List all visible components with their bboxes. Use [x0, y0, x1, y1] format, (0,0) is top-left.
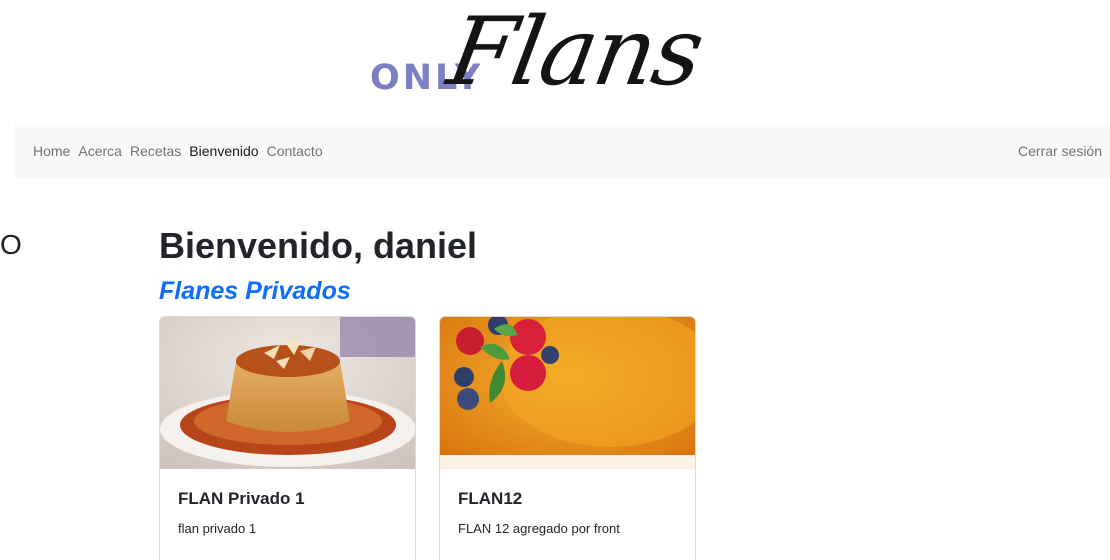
flan-image	[160, 317, 415, 469]
card-text: FLAN 12 agregado por front	[458, 521, 620, 536]
welcome-heading: Bienvenido, daniel	[159, 225, 478, 266]
logo-flans-text: Flans	[440, 0, 710, 107]
flan-card[interactable]: FLAN Privado 1 flan privado 1	[159, 316, 416, 560]
nav-link-acerca[interactable]: Acerca	[78, 143, 122, 159]
card-title: FLAN Privado 1	[178, 489, 305, 508]
flan-card[interactable]: FLAN12 FLAN 12 agregado por front	[439, 316, 696, 560]
site-logo[interactable]: ONLY Flans	[366, 0, 771, 120]
section-subtitle: Flanes Privados	[159, 277, 351, 305]
nav-link-home[interactable]: Home	[33, 143, 70, 159]
nav-link-recetas[interactable]: Recetas	[130, 143, 181, 159]
flan-image	[440, 317, 695, 469]
nav-link-contacto[interactable]: Contacto	[267, 143, 323, 159]
stray-glyph: O	[0, 229, 22, 260]
card-body: FLAN Privado 1 flan privado 1	[160, 469, 415, 556]
logout-link[interactable]: Cerrar sesión	[1018, 124, 1102, 178]
main-content: Bienvenido, daniel Flanes Privados	[159, 222, 477, 306]
nav-link-bienvenido[interactable]: Bienvenido	[189, 143, 258, 159]
card-title: FLAN12	[458, 489, 523, 508]
nav-links: Home Acerca Recetas Bienvenido Contacto	[33, 124, 331, 178]
main-navbar: Home Acerca Recetas Bienvenido Contacto …	[14, 124, 1110, 178]
card-body: FLAN12 FLAN 12 agregado por front	[440, 469, 695, 556]
card-text: flan privado 1	[178, 521, 257, 536]
